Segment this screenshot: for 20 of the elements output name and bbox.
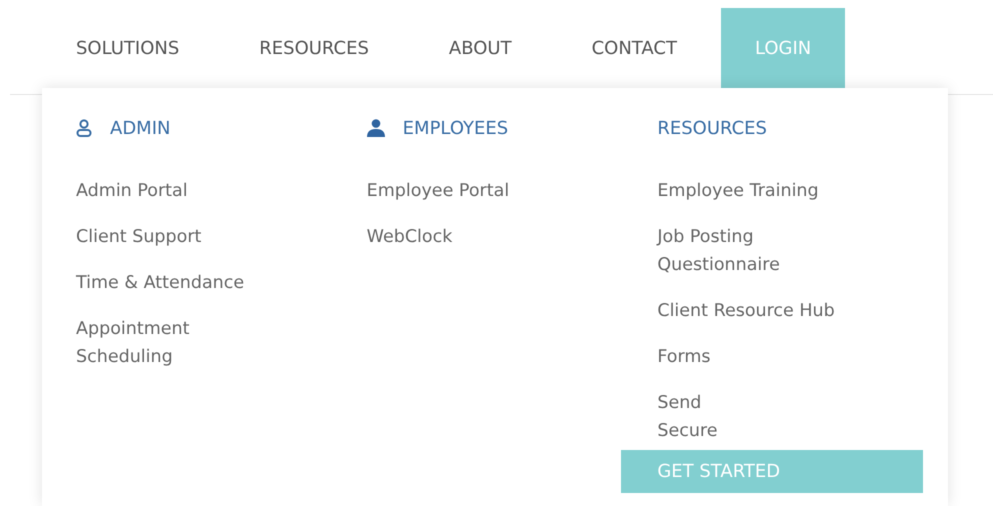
menu-link[interactable]: Client Support xyxy=(76,223,202,251)
menu-link[interactable]: Appointment Scheduling xyxy=(76,315,190,371)
nav-link[interactable]: ABOUT xyxy=(448,38,512,58)
menu-link[interactable]: Time & Attendance xyxy=(76,269,244,297)
menu-link[interactable]: Employee Training xyxy=(657,177,819,205)
nav-link[interactable]: CONTACT xyxy=(592,38,677,58)
nav-link[interactable]: SOLUTIONS xyxy=(76,38,180,58)
menu-link[interactable]: Forms xyxy=(657,343,711,371)
column-heading: ADMIN xyxy=(110,118,170,138)
user-icon xyxy=(366,119,385,137)
menu-link[interactable]: Employee Portal xyxy=(366,177,510,205)
nav-link[interactable]: RESOURCES xyxy=(259,38,369,58)
user-icon xyxy=(76,119,92,137)
column-heading: RESOURCES xyxy=(657,118,767,138)
menu-link[interactable]: WebClock xyxy=(366,223,452,251)
menu-link[interactable]: Send Secure xyxy=(657,389,718,445)
column-heading: EMPLOYEES xyxy=(402,118,508,138)
menu-link[interactable]: Admin Portal xyxy=(76,177,188,205)
menu-link[interactable]: Job Posting Questionnaire xyxy=(657,223,780,279)
menu-link[interactable]: Client Resource Hub xyxy=(657,297,835,325)
